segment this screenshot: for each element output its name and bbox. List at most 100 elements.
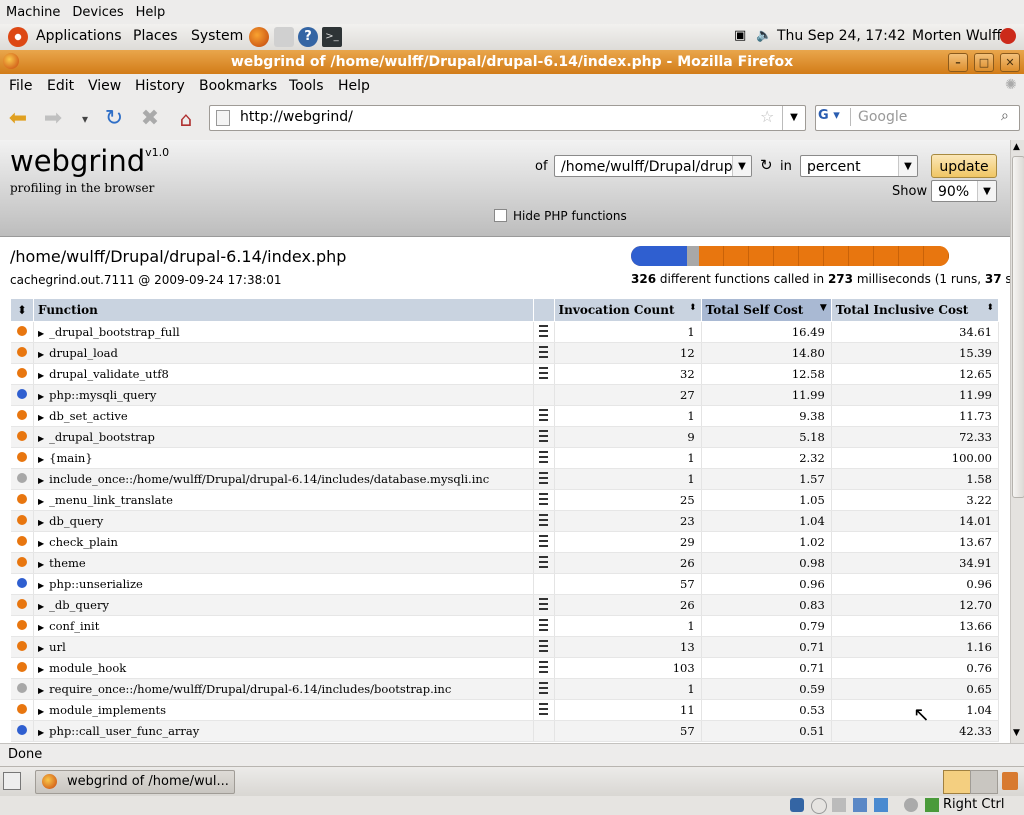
firefox-launcher-icon[interactable] xyxy=(249,27,269,47)
expand-triangle-icon[interactable]: ▶ xyxy=(38,350,44,359)
menu-help[interactable]: Help xyxy=(338,78,370,94)
function-name-cell[interactable]: ▶ db_query xyxy=(33,510,534,532)
network-adapter-icon[interactable] xyxy=(853,798,867,812)
menu-view[interactable]: View xyxy=(88,78,121,94)
hide-php-checkbox[interactable] xyxy=(494,209,507,222)
expand-triangle-icon[interactable]: ▶ xyxy=(38,392,44,401)
clock[interactable]: Thu Sep 24, 17:42 xyxy=(777,28,906,44)
function-name-cell[interactable]: ▶ drupal_validate_utf8 xyxy=(33,363,534,385)
help-launcher-icon[interactable]: ? xyxy=(298,27,318,47)
url-dropdown-icon[interactable]: ▼ xyxy=(782,106,805,130)
expand-triangle-icon[interactable]: ▶ xyxy=(38,707,44,716)
expand-triangle-icon[interactable]: ▶ xyxy=(38,602,44,611)
menu-bookmarks[interactable]: Bookmarks xyxy=(199,78,277,94)
column-total-inclusive-cost[interactable]: Total Inclusive Cost ⬍ xyxy=(830,298,1000,322)
search-engine-icon[interactable]: G ▾ xyxy=(818,108,851,126)
expand-triangle-icon[interactable]: ▶ xyxy=(38,518,44,527)
file-link-cell[interactable] xyxy=(533,321,555,343)
menu-file[interactable]: File xyxy=(9,78,32,94)
taskbar-firefox-item[interactable]: webgrind of /home/wul... xyxy=(35,770,235,794)
file-link-cell[interactable] xyxy=(533,447,555,469)
expand-triangle-icon[interactable]: ▶ xyxy=(38,623,44,632)
file-link-cell[interactable] xyxy=(533,594,555,616)
file-link-icon[interactable] xyxy=(539,639,549,652)
scroll-up-icon[interactable]: ▲ xyxy=(1013,142,1020,152)
function-name-cell[interactable]: ▶ drupal_load xyxy=(33,342,534,364)
function-name-cell[interactable]: ▶ _drupal_bootstrap_full xyxy=(33,321,534,343)
home-button-icon[interactable]: ⌂ xyxy=(173,106,199,132)
network-icon[interactable]: ▣ xyxy=(734,28,746,43)
expand-triangle-icon[interactable]: ▶ xyxy=(38,665,44,674)
column-function[interactable]: Function xyxy=(33,298,534,322)
vertical-scrollbar[interactable]: ▲ ▼ xyxy=(1010,140,1024,743)
mail-launcher-icon[interactable] xyxy=(274,27,294,47)
file-link-cell[interactable] xyxy=(533,657,555,679)
expand-triangle-icon[interactable]: ▶ xyxy=(38,686,44,695)
table-row[interactable]: ▶ db_set_active 1 9.38 11.73 xyxy=(10,405,1000,427)
file-link-icon[interactable] xyxy=(539,555,549,568)
table-row[interactable]: ▶ _drupal_bootstrap 9 5.18 72.33 xyxy=(10,426,1000,448)
table-row[interactable]: ▶ php::call_user_func_array 57 0.51 42.33 xyxy=(10,720,1000,742)
file-link-icon[interactable] xyxy=(539,345,549,358)
file-link-cell[interactable] xyxy=(533,342,555,364)
minimize-button[interactable]: – xyxy=(948,53,968,72)
expand-triangle-icon[interactable]: ▶ xyxy=(38,371,44,380)
table-row[interactable]: ▶ check_plain 29 1.02 13.67 xyxy=(10,531,1000,553)
file-link-cell[interactable] xyxy=(533,426,555,448)
menu-tools[interactable]: Tools xyxy=(289,78,324,94)
reload-button-icon[interactable]: ↻ xyxy=(101,106,127,132)
table-row[interactable]: ▶ url 13 0.71 1.16 xyxy=(10,636,1000,658)
expand-triangle-icon[interactable]: ▶ xyxy=(38,434,44,443)
function-name-cell[interactable]: ▶ php::mysqli_query xyxy=(33,384,534,406)
close-button[interactable]: ✕ xyxy=(1000,53,1020,72)
table-row[interactable]: ▶ {main} 1 2.32 100.00 xyxy=(10,447,1000,469)
expand-triangle-icon[interactable]: ▶ xyxy=(38,560,44,569)
table-row[interactable]: ▶ php::unserialize 57 0.96 0.96 xyxy=(10,573,1000,595)
expand-triangle-icon[interactable]: ▶ xyxy=(38,539,44,548)
host-key-icon[interactable] xyxy=(925,798,939,812)
vbox-menu-help[interactable]: Help xyxy=(130,5,172,20)
file-link-icon[interactable] xyxy=(539,702,549,715)
file-link-cell[interactable] xyxy=(533,636,555,658)
stop-button-icon[interactable]: ✖ xyxy=(137,106,163,132)
file-link-cell[interactable] xyxy=(533,720,555,742)
file-link-cell[interactable] xyxy=(533,384,555,406)
table-row[interactable]: ▶ drupal_load 12 14.80 15.39 xyxy=(10,342,1000,364)
workspace-1-icon[interactable] xyxy=(943,770,971,794)
table-row[interactable]: ▶ module_implements 11 0.53 1.04 xyxy=(10,699,1000,721)
file-link-icon[interactable] xyxy=(539,492,549,505)
file-link-cell[interactable] xyxy=(533,405,555,427)
file-link-icon[interactable] xyxy=(539,366,549,379)
table-row[interactable]: ▶ _db_query 26 0.83 12.70 xyxy=(10,594,1000,616)
function-name-cell[interactable]: ▶ {main} xyxy=(33,447,534,469)
file-link-cell[interactable] xyxy=(533,615,555,637)
back-button-icon[interactable]: ⬅ xyxy=(5,106,31,132)
file-link-cell[interactable] xyxy=(533,531,555,553)
function-name-cell[interactable]: ▶ _drupal_bootstrap xyxy=(33,426,534,448)
terminal-launcher-icon[interactable]: >_ xyxy=(322,27,342,47)
maximize-button[interactable]: □ xyxy=(974,53,994,72)
column-total-self-cost[interactable]: Total Self Cost ▼ xyxy=(700,298,832,322)
file-link-icon[interactable] xyxy=(539,450,549,463)
table-row[interactable]: ▶ include_once::/home/wulff/Drupal/drupal… xyxy=(10,468,1000,490)
user-name[interactable]: Morten Wulff xyxy=(912,28,1002,44)
shared-folder-icon[interactable] xyxy=(874,798,888,812)
bookmark-star-icon[interactable]: ☆ xyxy=(760,107,774,126)
expand-triangle-icon[interactable]: ▶ xyxy=(38,581,44,590)
function-name-cell[interactable]: ▶ module_hook xyxy=(33,657,534,679)
window-titlebar[interactable]: webgrind of /home/wulff/Drupal/drupal-6.… xyxy=(0,50,1024,74)
table-row[interactable]: ▶ conf_init 1 0.79 13.66 xyxy=(10,615,1000,637)
scrollbar-thumb[interactable] xyxy=(1012,156,1024,498)
unit-select[interactable]: percent ▼ xyxy=(800,155,918,177)
function-name-cell[interactable]: ▶ php::unserialize xyxy=(33,573,534,595)
scroll-down-icon[interactable]: ▼ xyxy=(1013,728,1020,738)
file-link-cell[interactable] xyxy=(533,678,555,700)
function-name-cell[interactable]: ▶ php::call_user_func_array xyxy=(33,720,534,742)
file-link-icon[interactable] xyxy=(539,429,549,442)
ubuntu-logo-icon[interactable] xyxy=(8,27,28,47)
file-link-icon[interactable] xyxy=(539,534,549,547)
file-link-icon[interactable] xyxy=(539,597,549,610)
function-name-cell[interactable]: ▶ db_set_active xyxy=(33,405,534,427)
file-link-icon[interactable] xyxy=(539,471,549,484)
function-name-cell[interactable]: ▶ check_plain xyxy=(33,531,534,553)
